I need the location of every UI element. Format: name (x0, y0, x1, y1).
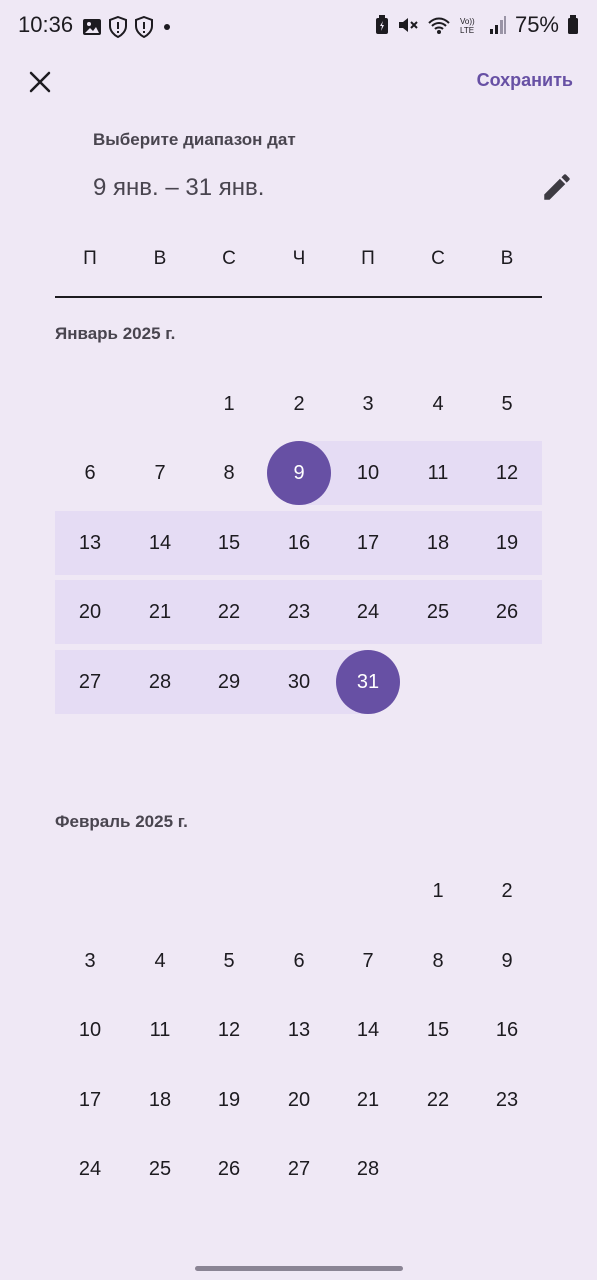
close-icon (29, 71, 51, 93)
day-cell[interactable]: 11 (403, 441, 473, 505)
home-indicator[interactable] (195, 1266, 403, 1271)
day-cell[interactable]: 6 (264, 929, 334, 993)
day-cell[interactable]: 24 (333, 580, 403, 644)
range-end-marker: 31 (336, 650, 400, 714)
wifi-icon (428, 17, 450, 34)
weekday-label: С (222, 248, 236, 269)
day-cell[interactable]: 3 (55, 929, 125, 993)
weekday-label: С (431, 248, 445, 269)
day-cell[interactable]: 10 (333, 441, 403, 505)
day-cell[interactable]: 13 (55, 511, 125, 575)
day-cell[interactable]: 14 (333, 998, 403, 1062)
day-cell[interactable]: 16 (264, 511, 334, 575)
battery-saver-icon (375, 15, 388, 34)
day-cell[interactable]: 18 (403, 511, 473, 575)
day-cell[interactable]: 10 (55, 998, 125, 1062)
status-notification-icons (82, 16, 174, 38)
day-cell[interactable]: 25 (125, 1137, 195, 1201)
weekday-header: П В С Ч П С В (55, 248, 542, 278)
day-cell[interactable]: 18 (125, 1068, 195, 1132)
day-cell[interactable]: 22 (194, 580, 264, 644)
day-cell[interactable]: 6 (55, 441, 125, 505)
day-cell[interactable]: 7 (333, 929, 403, 993)
signal-icon (489, 16, 506, 34)
weekday-label: В (153, 248, 167, 269)
day-cell[interactable]: 28 (125, 650, 195, 714)
day-cell[interactable]: 22 (403, 1068, 473, 1132)
day-cell[interactable]: 20 (55, 580, 125, 644)
day-cell[interactable]: 24 (55, 1137, 125, 1201)
day-cell[interactable]: 21 (333, 1068, 403, 1132)
selected-range-text: 9 янв. – 31 янв. (93, 174, 265, 201)
day-cell[interactable]: 2 (472, 859, 542, 923)
shield-icon (109, 16, 127, 38)
battery-icon (568, 15, 578, 34)
edit-button[interactable] (540, 170, 574, 204)
day-cell[interactable]: 1 (403, 859, 473, 923)
day-cell[interactable]: 17 (333, 511, 403, 575)
day-cell[interactable]: 29 (194, 650, 264, 714)
day-cell[interactable]: 20 (264, 1068, 334, 1132)
close-button[interactable] (22, 64, 58, 100)
image-icon (83, 19, 101, 35)
day-cell[interactable]: 2 (264, 372, 334, 436)
day-cell[interactable]: 4 (403, 372, 473, 436)
range-start-marker: 9 (267, 441, 331, 505)
day-cell[interactable]: 5 (472, 372, 542, 436)
month-label-february: Февраль 2025 г. (55, 812, 188, 831)
day-cell[interactable]: 17 (55, 1068, 125, 1132)
volte-icon: Vo))LTE (460, 17, 475, 35)
save-button[interactable]: Сохранить (477, 70, 573, 91)
day-cell[interactable]: 8 (194, 441, 264, 505)
header-divider (55, 296, 542, 298)
day-cell[interactable]: 12 (194, 998, 264, 1062)
day-cell[interactable]: 30 (264, 650, 334, 714)
battery-percent: 75% (514, 12, 559, 37)
dialog-subtitle: Выберите диапазон дат (93, 130, 296, 149)
day-cell[interactable]: 5 (194, 929, 264, 993)
shield-icon (135, 16, 153, 38)
day-cell[interactable]: 11 (125, 998, 195, 1062)
day-cell[interactable]: 26 (194, 1137, 264, 1201)
month-label-january: Январь 2025 г. (55, 324, 176, 343)
weekday-label: В (500, 248, 514, 269)
day-cell[interactable]: 19 (472, 511, 542, 575)
day-cell[interactable]: 27 (55, 650, 125, 714)
day-cell[interactable]: 1 (194, 372, 264, 436)
day-cell[interactable]: 15 (194, 511, 264, 575)
mute-icon (398, 18, 418, 32)
status-system-icons: Vo)) LTE 75% (375, 12, 579, 38)
day-cell[interactable]: 8 (403, 929, 473, 993)
day-cell[interactable]: 25 (403, 580, 473, 644)
day-cell[interactable]: 14 (125, 511, 195, 575)
status-time: 10:36 (18, 12, 74, 37)
weekday-label: Ч (292, 248, 306, 269)
day-cell[interactable]: 4 (125, 929, 195, 993)
day-cell[interactable]: 3 (333, 372, 403, 436)
day-cell[interactable]: 23 (264, 580, 334, 644)
dot-icon (164, 24, 170, 30)
day-cell[interactable]: 19 (194, 1068, 264, 1132)
weekday-label: П (361, 248, 375, 269)
day-cell[interactable]: 15 (403, 998, 473, 1062)
svg-text:Vo)): Vo)) (460, 17, 475, 26)
day-cell-range-end[interactable]: 31 (333, 650, 403, 714)
day-cell[interactable]: 23 (472, 1068, 542, 1132)
day-cell[interactable]: 16 (472, 998, 542, 1062)
pencil-icon (544, 174, 570, 200)
day-cell[interactable]: 13 (264, 998, 334, 1062)
day-cell-range-start[interactable]: 9 (264, 441, 334, 505)
weekday-label: П (83, 248, 97, 269)
day-cell[interactable]: 28 (333, 1137, 403, 1201)
svg-text:LTE: LTE (460, 26, 474, 35)
day-cell[interactable]: 27 (264, 1137, 334, 1201)
status-bar: 10:36 Vo)) LTE 75% (0, 0, 597, 54)
day-cell[interactable]: 21 (125, 580, 195, 644)
day-cell[interactable]: 26 (472, 580, 542, 644)
day-cell[interactable]: 7 (125, 441, 195, 505)
day-cell[interactable]: 12 (472, 441, 542, 505)
day-cell[interactable]: 9 (472, 929, 542, 993)
